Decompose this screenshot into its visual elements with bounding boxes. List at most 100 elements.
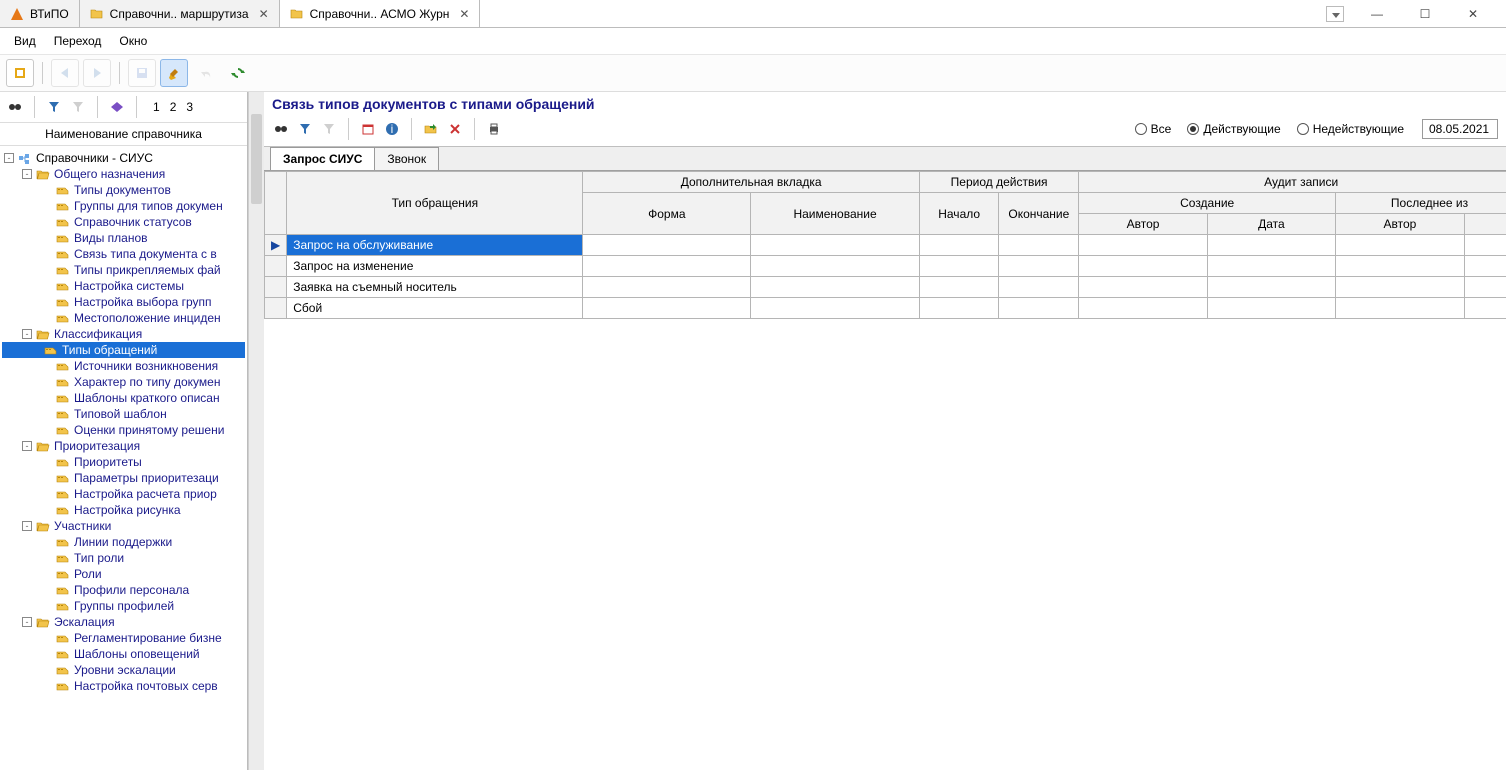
filter-all-radio[interactable]: Все bbox=[1135, 122, 1172, 136]
tree-header: Наименование справочника bbox=[0, 123, 247, 146]
app-tab[interactable]: Справочни.. АСМО Журн✕ bbox=[280, 0, 481, 27]
refresh-button[interactable] bbox=[224, 59, 252, 87]
tree-node[interactable]: Группы профилей bbox=[2, 598, 245, 614]
tree-node[interactable]: - Справочники - СИУС bbox=[2, 150, 245, 166]
calendar-icon[interactable] bbox=[359, 120, 377, 138]
tree-node[interactable]: Регламентирование бизне bbox=[2, 630, 245, 646]
tree-node[interactable]: Настройка выбора групп bbox=[2, 294, 245, 310]
close-icon[interactable]: ✕ bbox=[459, 7, 469, 21]
edit-button[interactable] bbox=[160, 59, 188, 87]
filter-clear-icon[interactable] bbox=[69, 98, 87, 116]
app-tab[interactable]: ВТиПО bbox=[0, 0, 80, 27]
tree-node[interactable]: Типовой шаблон bbox=[2, 406, 245, 422]
tree-node[interactable]: Параметры приоритезаци bbox=[2, 470, 245, 486]
tree-node[interactable]: Роли bbox=[2, 566, 245, 582]
filter-active-radio[interactable]: Действующие bbox=[1187, 122, 1280, 136]
tree-node[interactable]: -Общего назначения bbox=[2, 166, 245, 182]
tree-node[interactable]: Профили персонала bbox=[2, 582, 245, 598]
tree-node[interactable]: -Эскалация bbox=[2, 614, 245, 630]
tree-node[interactable]: Шаблоны оповещений bbox=[2, 646, 245, 662]
undo-button[interactable] bbox=[192, 59, 220, 87]
table-row[interactable]: Запрос на изменение bbox=[265, 256, 1506, 277]
open-icon[interactable] bbox=[422, 120, 440, 138]
menu-window[interactable]: Окно bbox=[119, 34, 147, 48]
tree-node[interactable]: Линии поддержки bbox=[2, 534, 245, 550]
tree-node[interactable]: Уровни эскалации bbox=[2, 662, 245, 678]
tree-node[interactable]: -Приоритезация bbox=[2, 438, 245, 454]
tree-node[interactable]: Справочник статусов bbox=[2, 214, 245, 230]
tree-node-label: Типы обращений bbox=[62, 343, 157, 357]
tree-node[interactable]: Источники возникновения bbox=[2, 358, 245, 374]
subtab[interactable]: Запрос СИУС bbox=[270, 147, 375, 170]
tree-node[interactable]: Настройка системы bbox=[2, 278, 245, 294]
book-icon bbox=[56, 488, 70, 500]
tree-node[interactable]: Тип роли bbox=[2, 550, 245, 566]
tree-node[interactable]: -Классификация bbox=[2, 326, 245, 342]
info-icon[interactable] bbox=[383, 120, 401, 138]
wizard-button[interactable] bbox=[6, 59, 34, 87]
app-tab-label: Справочни.. маршрутиза bbox=[110, 7, 249, 21]
tree-node[interactable]: Настройка расчета приор bbox=[2, 486, 245, 502]
column-picker[interactable]: 123 bbox=[147, 100, 193, 114]
tree-node-label: Настройка системы bbox=[74, 279, 184, 293]
table-row[interactable]: ▶Запрос на обслуживание bbox=[265, 235, 1506, 256]
toggle-icon[interactable]: - bbox=[22, 617, 32, 627]
find-icon[interactable] bbox=[6, 98, 24, 116]
toggle-icon[interactable]: - bbox=[22, 169, 32, 179]
tree-node[interactable]: Группы для типов докумен bbox=[2, 198, 245, 214]
tree-node[interactable]: Типы обращений bbox=[2, 342, 245, 358]
toggle-icon[interactable]: - bbox=[22, 329, 32, 339]
tree-node-label: Оценки принятому решени bbox=[74, 423, 224, 437]
back-button[interactable] bbox=[51, 59, 79, 87]
tree-scrollbar[interactable] bbox=[248, 92, 264, 770]
minimize-button[interactable]: — bbox=[1362, 7, 1392, 21]
filter-icon[interactable] bbox=[45, 98, 63, 116]
table-row[interactable]: Заявка на съемный носитель bbox=[265, 277, 1506, 298]
filter-inactive-radio[interactable]: Недействующие bbox=[1297, 122, 1404, 136]
tree-node[interactable]: Настройка почтовых серв bbox=[2, 678, 245, 694]
subtab[interactable]: Звонок bbox=[374, 147, 439, 170]
tree-node[interactable]: Связь типа документа с в bbox=[2, 246, 245, 262]
tree-node-label: Приоритеты bbox=[74, 455, 142, 469]
dropdown-icon[interactable] bbox=[1326, 6, 1344, 22]
tree-node[interactable]: Оценки принятому решени bbox=[2, 422, 245, 438]
menu-nav[interactable]: Переход bbox=[54, 34, 102, 48]
tree-node-label: Справочники - СИУС bbox=[36, 151, 153, 165]
tree-node[interactable]: Характер по типу докумен bbox=[2, 374, 245, 390]
toggle-icon[interactable]: - bbox=[22, 441, 32, 451]
tree-node[interactable]: Шаблоны краткого описан bbox=[2, 390, 245, 406]
book-icon bbox=[56, 424, 70, 436]
toggle-icon[interactable]: - bbox=[22, 521, 32, 531]
delete-icon[interactable] bbox=[446, 120, 464, 138]
print-icon[interactable] bbox=[485, 120, 503, 138]
data-grid[interactable]: Тип обращенияДополнительная вкладкаПерио… bbox=[264, 171, 1506, 319]
filter-icon[interactable] bbox=[296, 120, 314, 138]
tree-node-label: Шаблоны оповещений bbox=[74, 647, 200, 661]
close-button[interactable]: ✕ bbox=[1458, 7, 1488, 21]
save-button[interactable] bbox=[128, 59, 156, 87]
tree-node[interactable]: Местоположение инциден bbox=[2, 310, 245, 326]
nav-back-icon[interactable] bbox=[108, 98, 126, 116]
table-row[interactable]: Сбой bbox=[265, 298, 1506, 319]
tree-node[interactable]: -Участники bbox=[2, 518, 245, 534]
filter-clear-icon[interactable] bbox=[320, 120, 338, 138]
tree-node[interactable]: Типы прикрепляемых фай bbox=[2, 262, 245, 278]
cell-type: Запрос на обслуживание bbox=[287, 235, 583, 256]
find-icon[interactable] bbox=[272, 120, 290, 138]
tree-node-label: Уровни эскалации bbox=[74, 663, 176, 677]
folder-open-icon bbox=[36, 520, 50, 532]
tree-node[interactable]: Типы документов bbox=[2, 182, 245, 198]
close-icon[interactable]: ✕ bbox=[259, 7, 269, 21]
maximize-button[interactable]: ☐ bbox=[1410, 7, 1440, 21]
filter-date-input[interactable] bbox=[1422, 119, 1498, 139]
tree[interactable]: -Справочники - СИУС-Общего назначенияТип… bbox=[0, 146, 247, 770]
tree-node[interactable]: Настройка рисунка bbox=[2, 502, 245, 518]
menu-view[interactable]: Вид bbox=[14, 34, 36, 48]
tree-node-label: Виды планов bbox=[74, 231, 148, 245]
tree-node[interactable]: Приоритеты bbox=[2, 454, 245, 470]
tree-node[interactable]: Виды планов bbox=[2, 230, 245, 246]
forward-button[interactable] bbox=[83, 59, 111, 87]
content-area: Связь типов документов с типами обращени… bbox=[264, 92, 1506, 770]
toggle-icon[interactable]: - bbox=[4, 153, 14, 163]
app-tab[interactable]: Справочни.. маршрутиза ✕ bbox=[80, 0, 280, 27]
